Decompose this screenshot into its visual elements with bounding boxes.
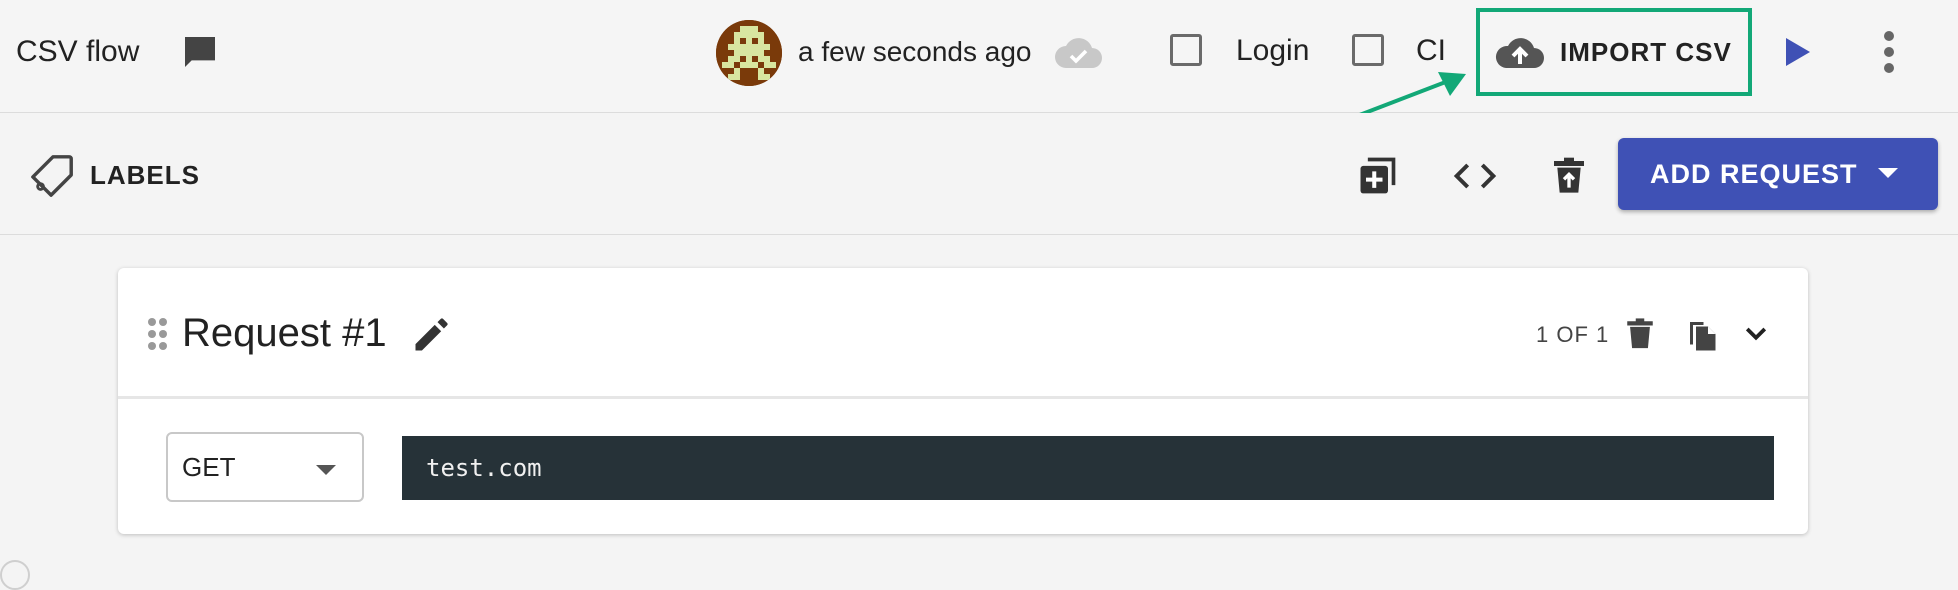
top-bar: CSV flow a few seconds ago Login CI IMPO… <box>0 0 1958 136</box>
labels-button[interactable]: LABELS <box>30 151 200 199</box>
method-select[interactable]: GET <box>166 432 364 502</box>
add-request-label: ADD REQUEST <box>1650 158 1858 189</box>
chevron-down-icon <box>316 465 336 475</box>
request-card: Request #1 1 OF 1 GET test.com <box>118 268 1808 534</box>
drag-handle-icon[interactable] <box>146 316 168 352</box>
more-button[interactable] <box>1874 30 1904 74</box>
run-button[interactable] <box>1782 36 1812 68</box>
copy-icon <box>1690 322 1716 351</box>
label-tag-icon <box>31 155 73 197</box>
saved-status: a few seconds ago <box>798 36 1032 67</box>
add-box-button[interactable] <box>1354 153 1400 199</box>
request-counter: 1 OF 1 <box>1536 322 1610 347</box>
ci-checkbox-label[interactable]: CI <box>1416 32 1446 70</box>
request-title[interactable]: Request #1 <box>182 308 387 358</box>
import-csv-button[interactable]: IMPORT CSV <box>1494 26 1734 78</box>
cloud-check-icon <box>1052 32 1104 72</box>
comment-icon <box>185 37 215 67</box>
labels-label: LABELS <box>90 159 200 190</box>
code-button[interactable] <box>1452 153 1498 199</box>
cloud-upload-icon <box>1495 38 1544 68</box>
avatar[interactable] <box>716 20 782 86</box>
toolbar: LABELS ADD REQUEST <box>0 113 1958 235</box>
add-request-button[interactable]: ADD REQUEST <box>1618 138 1938 210</box>
chevron-down-icon <box>1745 327 1767 341</box>
url-value: test.com <box>426 454 542 482</box>
ci-checkbox[interactable] <box>1352 34 1384 66</box>
code-icon <box>1453 163 1497 189</box>
add-box-icon <box>1360 157 1396 194</box>
import-csv-label: IMPORT CSV <box>1560 36 1732 67</box>
play-icon <box>1786 38 1810 66</box>
delete-upload-icon <box>1554 157 1584 193</box>
comment-button[interactable] <box>178 30 222 74</box>
url-input[interactable]: test.com <box>402 436 1774 500</box>
duplicate-request-button[interactable] <box>1682 314 1722 354</box>
chevron-down-icon[interactable] <box>1878 168 1898 178</box>
delete-upload-button[interactable] <box>1546 153 1592 199</box>
request-card-header: Request #1 1 OF 1 <box>118 268 1808 399</box>
collapse-request-button[interactable] <box>1736 314 1776 354</box>
corner-indicator <box>0 560 30 590</box>
login-checkbox-label[interactable]: Login <box>1236 32 1309 70</box>
delete-request-button[interactable] <box>1620 314 1660 354</box>
method-value: GET <box>182 451 236 482</box>
login-checkbox[interactable] <box>1170 34 1202 66</box>
more-vert-icon <box>1884 31 1894 73</box>
edit-icon[interactable] <box>410 312 454 356</box>
trash-icon <box>1627 318 1653 349</box>
flow-title[interactable]: CSV flow <box>16 32 139 72</box>
